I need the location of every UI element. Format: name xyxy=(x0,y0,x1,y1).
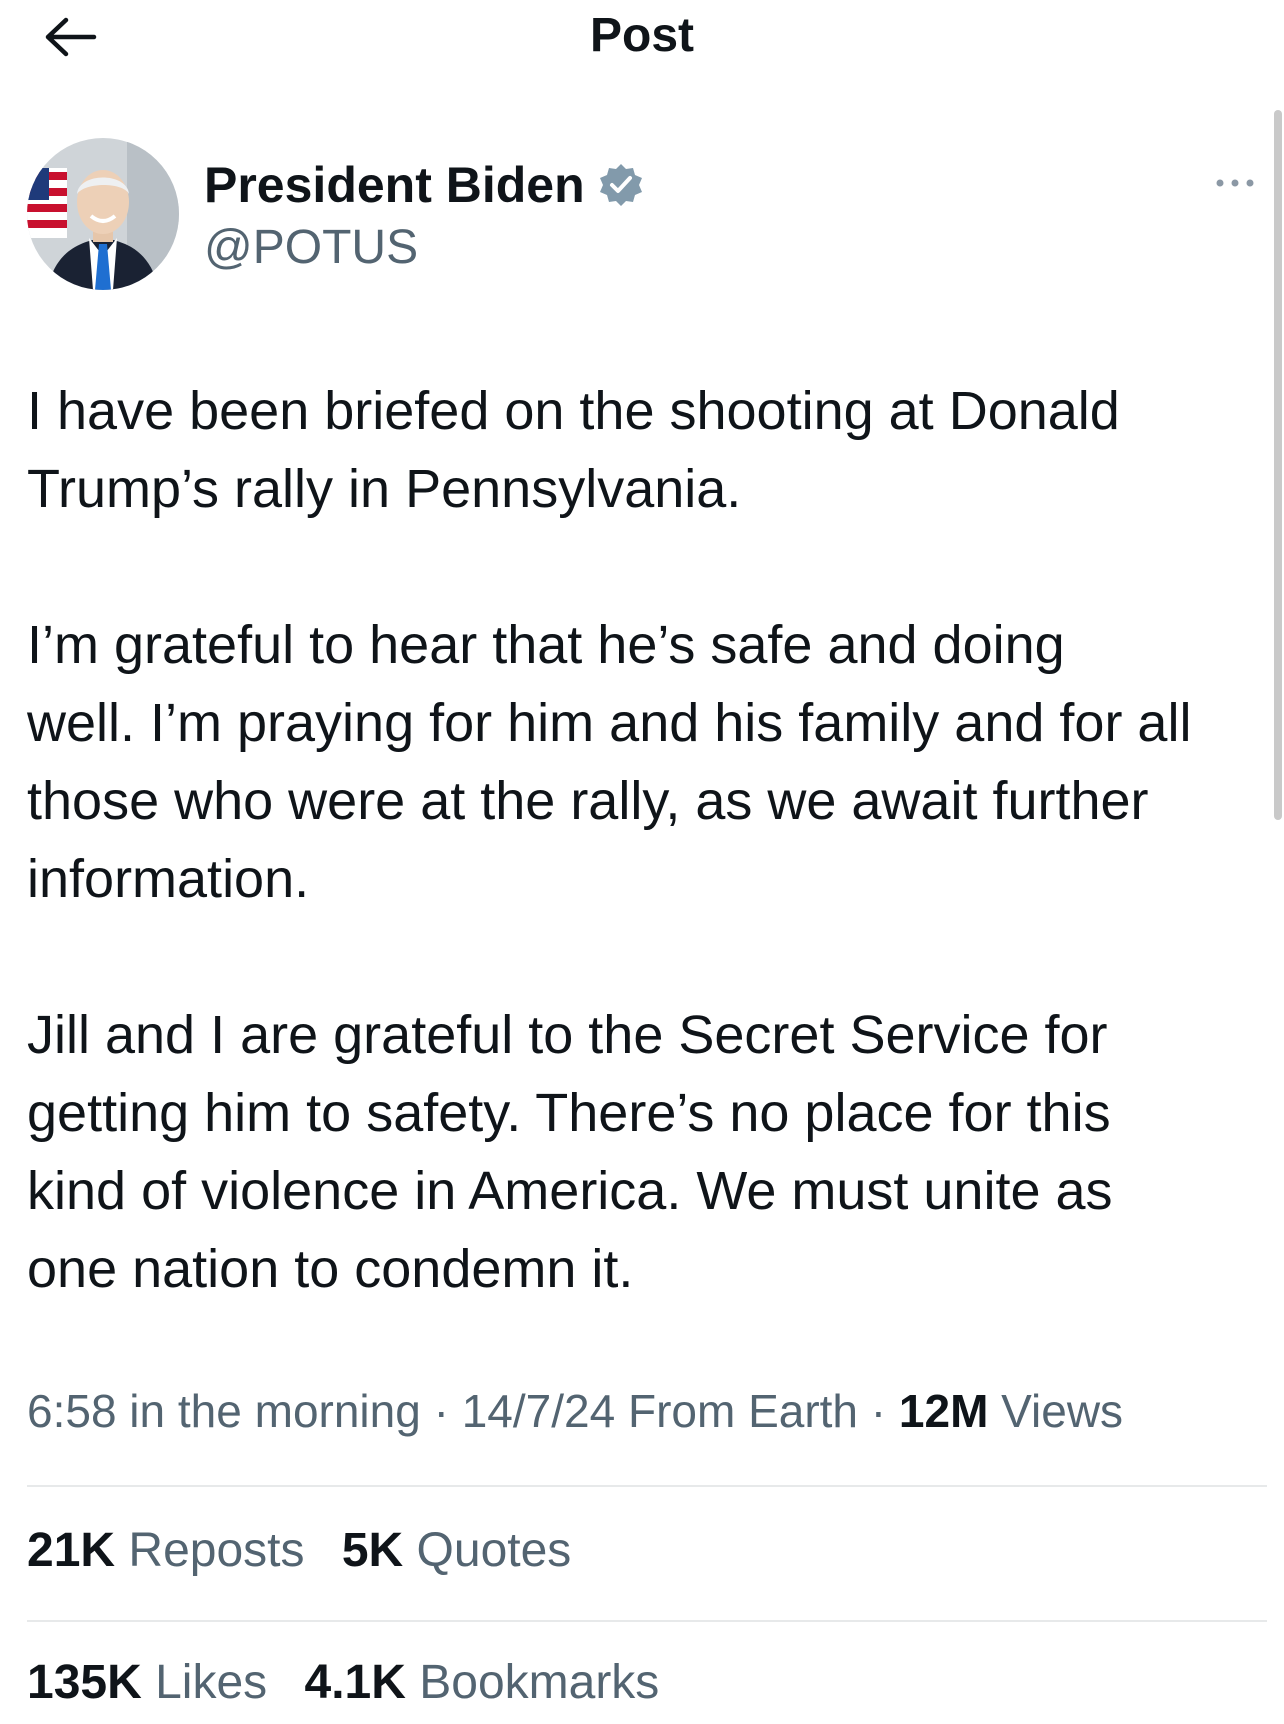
divider xyxy=(27,1485,1267,1487)
engagement-row-2: 135K Likes 4.1K Bookmarks xyxy=(27,1652,683,1714)
post-line: well. I’m praying for him and his family… xyxy=(27,693,1192,753)
separator-dot: · xyxy=(870,1385,887,1437)
quotes-label: Quotes xyxy=(416,1524,572,1577)
views-label: Views xyxy=(1001,1385,1124,1437)
post-body: I have been briefed on the shooting at D… xyxy=(27,372,1272,1308)
reposts-count: 21K xyxy=(27,1524,116,1577)
author-handle[interactable]: @POTUS xyxy=(204,218,418,278)
post-line: information. xyxy=(27,849,310,909)
post-time[interactable]: 6:58 in the morning xyxy=(27,1385,421,1437)
separator-dot: · xyxy=(433,1385,449,1437)
post-line: one nation to condemn it. xyxy=(27,1239,634,1299)
post-line: Trump’s rally in Pennsylvania. xyxy=(27,459,742,519)
profile-photo xyxy=(27,138,179,290)
post-line: kind of violence in America. We must uni… xyxy=(27,1161,1113,1221)
top-bar: Post xyxy=(0,0,1284,80)
post-paragraph: Jill and I are grateful to the Secret Se… xyxy=(27,996,1272,1308)
post-source: From Earth xyxy=(627,1385,859,1437)
divider xyxy=(27,1620,1267,1622)
post-line: Jill and I are grateful to the Secret Se… xyxy=(27,1005,1108,1065)
author-name-row: President Biden xyxy=(204,150,645,220)
quotes-stat[interactable]: 5K Quotes xyxy=(342,1520,571,1582)
post-line: getting him to safety. There’s no place … xyxy=(27,1083,1111,1143)
page-title: Post xyxy=(589,9,694,62)
more-options-button[interactable] xyxy=(1212,168,1258,198)
reposts-label: Reposts xyxy=(128,1524,305,1577)
likes-stat[interactable]: 135K Likes xyxy=(27,1652,267,1714)
bookmarks-label: Bookmarks xyxy=(419,1656,660,1709)
likes-count: 135K xyxy=(27,1656,142,1709)
reposts-stat[interactable]: 21K Reposts xyxy=(27,1520,305,1582)
avatar[interactable] xyxy=(27,138,179,290)
post-line: I’m grateful to hear that he’s safe and … xyxy=(27,615,1065,675)
post-paragraph: I have been briefed on the shooting at D… xyxy=(27,372,1272,528)
post-line: I have been briefed on the shooting at D… xyxy=(27,381,1120,441)
bookmarks-stat[interactable]: 4.1K Bookmarks xyxy=(305,1652,660,1714)
post-line: those who were at the rally, as we await… xyxy=(27,771,1149,831)
views-count: 12M xyxy=(898,1385,989,1437)
author-name[interactable]: President Biden xyxy=(204,150,585,220)
scrollbar[interactable] xyxy=(1274,110,1282,820)
post-paragraph: I’m grateful to hear that he’s safe and … xyxy=(27,606,1272,918)
post-date[interactable]: 14/7/24 xyxy=(462,1385,615,1437)
engagement-row-1: 21K Reposts 5K Quotes xyxy=(27,1520,595,1582)
verified-badge-icon xyxy=(599,164,642,206)
bookmarks-count: 4.1K xyxy=(304,1656,406,1709)
quotes-count: 5K xyxy=(341,1524,404,1577)
post-metadata: 6:58 in the morning · 14/7/24 From Earth… xyxy=(27,1380,1123,1442)
more-horizontal-icon xyxy=(1216,179,1254,187)
likes-label: Likes xyxy=(155,1656,268,1709)
